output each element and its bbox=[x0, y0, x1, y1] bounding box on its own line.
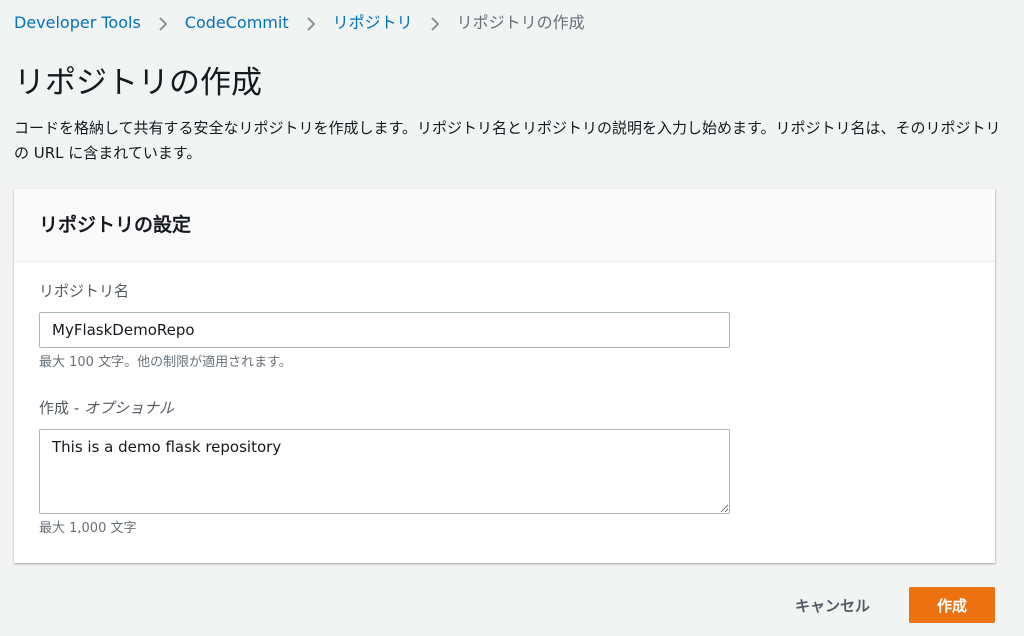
chevron-right-icon bbox=[423, 12, 447, 34]
description-field: 作成 - オプショナル This is a demo flask reposit… bbox=[39, 397, 730, 538]
description-textarea[interactable]: This is a demo flask repository bbox=[39, 429, 730, 514]
breadcrumb-current: リポジトリの作成 bbox=[456, 13, 585, 32]
repo-name-field: リポジトリ名 最大 100 文字。他の制限が適用されます。 bbox=[39, 280, 730, 372]
breadcrumb-repositories[interactable]: リポジトリ bbox=[333, 12, 413, 34]
breadcrumb-codecommit[interactable]: CodeCommit bbox=[185, 12, 289, 34]
cancel-button[interactable]: キャンセル bbox=[775, 587, 890, 623]
chevron-right-icon bbox=[151, 12, 175, 34]
repo-name-hint: 最大 100 文字。他の制限が適用されます。 bbox=[39, 355, 292, 370]
description-hint: 最大 1,000 文字 bbox=[39, 521, 137, 536]
chevron-right-icon bbox=[299, 12, 323, 34]
repository-settings-panel: リポジトリの設定 リポジトリ名 最大 100 文字。他の制限が適用されます。 作… bbox=[14, 189, 995, 563]
repo-name-label: リポジトリ名 bbox=[39, 282, 130, 300]
create-button[interactable]: 作成 bbox=[909, 587, 995, 623]
repo-name-input[interactable] bbox=[39, 312, 730, 348]
panel-title: リポジトリの設定 bbox=[39, 214, 192, 236]
breadcrumb-developer-tools[interactable]: Developer Tools bbox=[14, 12, 141, 34]
description-label-text: 作成 bbox=[39, 399, 70, 417]
panel-header: リポジトリの設定 bbox=[14, 189, 995, 262]
page-title: リポジトリの作成 bbox=[14, 65, 262, 101]
page-description: コードを格納して共有する安全なリポジトリを作成します。リポジトリ名とリポジトリの… bbox=[14, 119, 1001, 162]
description-label: 作成 - オプショナル bbox=[39, 399, 174, 417]
breadcrumb: Developer Tools CodeCommit リポジトリ リポジトリの作… bbox=[14, 12, 585, 34]
optional-tag: - オプショナル bbox=[69, 399, 174, 417]
form-actions: キャンセル 作成 bbox=[775, 587, 995, 623]
